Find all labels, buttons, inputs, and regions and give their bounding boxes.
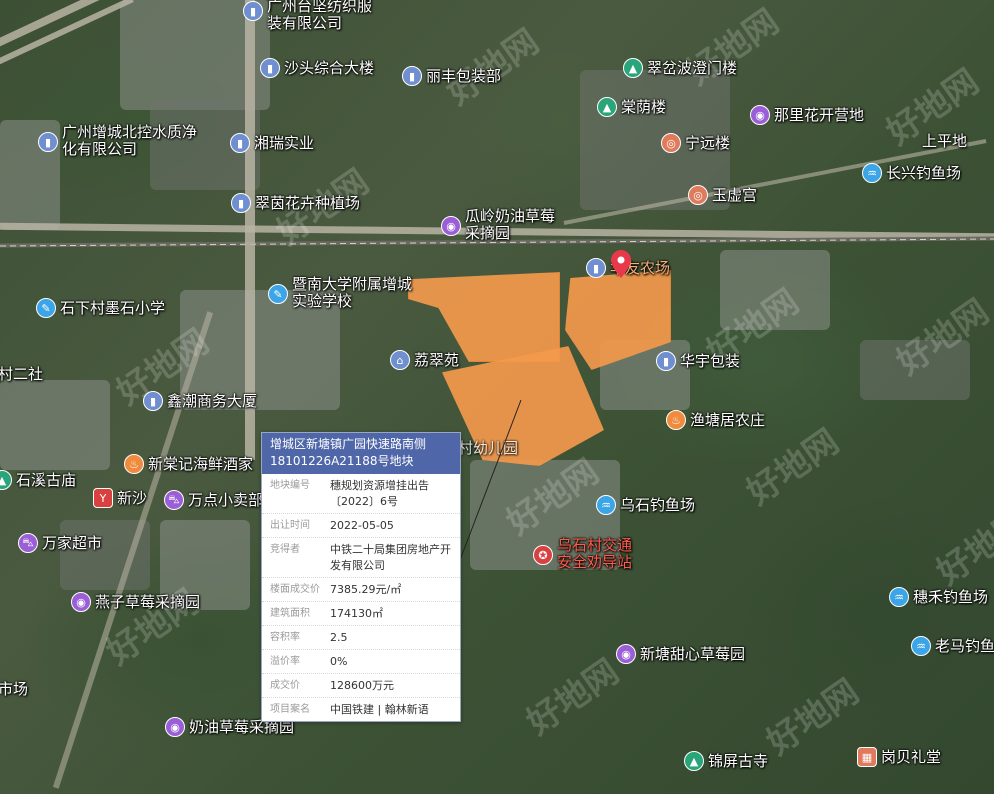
row-value: 174130㎡ (330, 607, 383, 620)
row-value: 128600万元 (330, 679, 394, 692)
row-key: 竞得者 (270, 544, 300, 555)
popup-row-plot-ratio: 容积率 2.5 (262, 626, 460, 650)
row-key: 项目案名 (270, 704, 310, 715)
popup-row-transfer-date: 出让时间 2022-05-05 (262, 514, 460, 538)
row-key: 出让时间 (270, 520, 310, 531)
popup-row-premium-rate: 溢价率 0% (262, 650, 460, 674)
satellite-map[interactable]: 好地网 好地网 好地网 好地网 好地网 好地网 好地网 好地网 好地网 好地网 … (0, 0, 994, 794)
popup-leader-line (459, 399, 522, 561)
row-key: 成交价 (270, 680, 300, 691)
row-value: 2022-05-05 (330, 519, 394, 532)
popup-row-winner: 竞得者 中铁二十局集团房地产开发有限公司 (262, 538, 460, 578)
row-key: 溢价率 (270, 656, 300, 667)
row-key: 建筑面积 (270, 608, 310, 619)
parcel-info-popup[interactable]: 增城区新塘镇广园快速路南侧18101226A21188号地块 地块编号 穗规划资… (261, 432, 461, 722)
popup-row-parcel-number: 地块编号 穗规划资源增挂出告〔2022〕6号 (262, 474, 460, 514)
row-key: 容积率 (270, 632, 300, 643)
popup-rows: 地块编号 穗规划资源增挂出告〔2022〕6号 出让时间 2022-05-05 竞… (262, 474, 460, 721)
row-key: 地块编号 (270, 480, 310, 491)
popup-row-floor-area: 建筑面积 174130㎡ (262, 602, 460, 626)
popup-row-floor-price: 楼面成交价 7385.29元/㎡ (262, 578, 460, 602)
popup-row-project-name: 项目案名 中国铁建 | 翰林新语 (262, 698, 460, 721)
row-value: 穗规划资源增挂出告〔2022〕6号 (330, 479, 429, 508)
popup-row-deal-price: 成交价 128600万元 (262, 674, 460, 698)
row-key: 楼面成交价 (270, 584, 320, 595)
row-value: 0% (330, 655, 348, 668)
row-value: 中国铁建 | 翰林新语 (330, 703, 429, 716)
row-value: 中铁二十局集团房地产开发有限公司 (330, 543, 451, 572)
popup-title: 增城区新塘镇广园快速路南侧18101226A21188号地块 (262, 433, 460, 474)
row-value: 2.5 (330, 631, 348, 644)
row-value: 7385.29元/㎡ (330, 583, 402, 596)
